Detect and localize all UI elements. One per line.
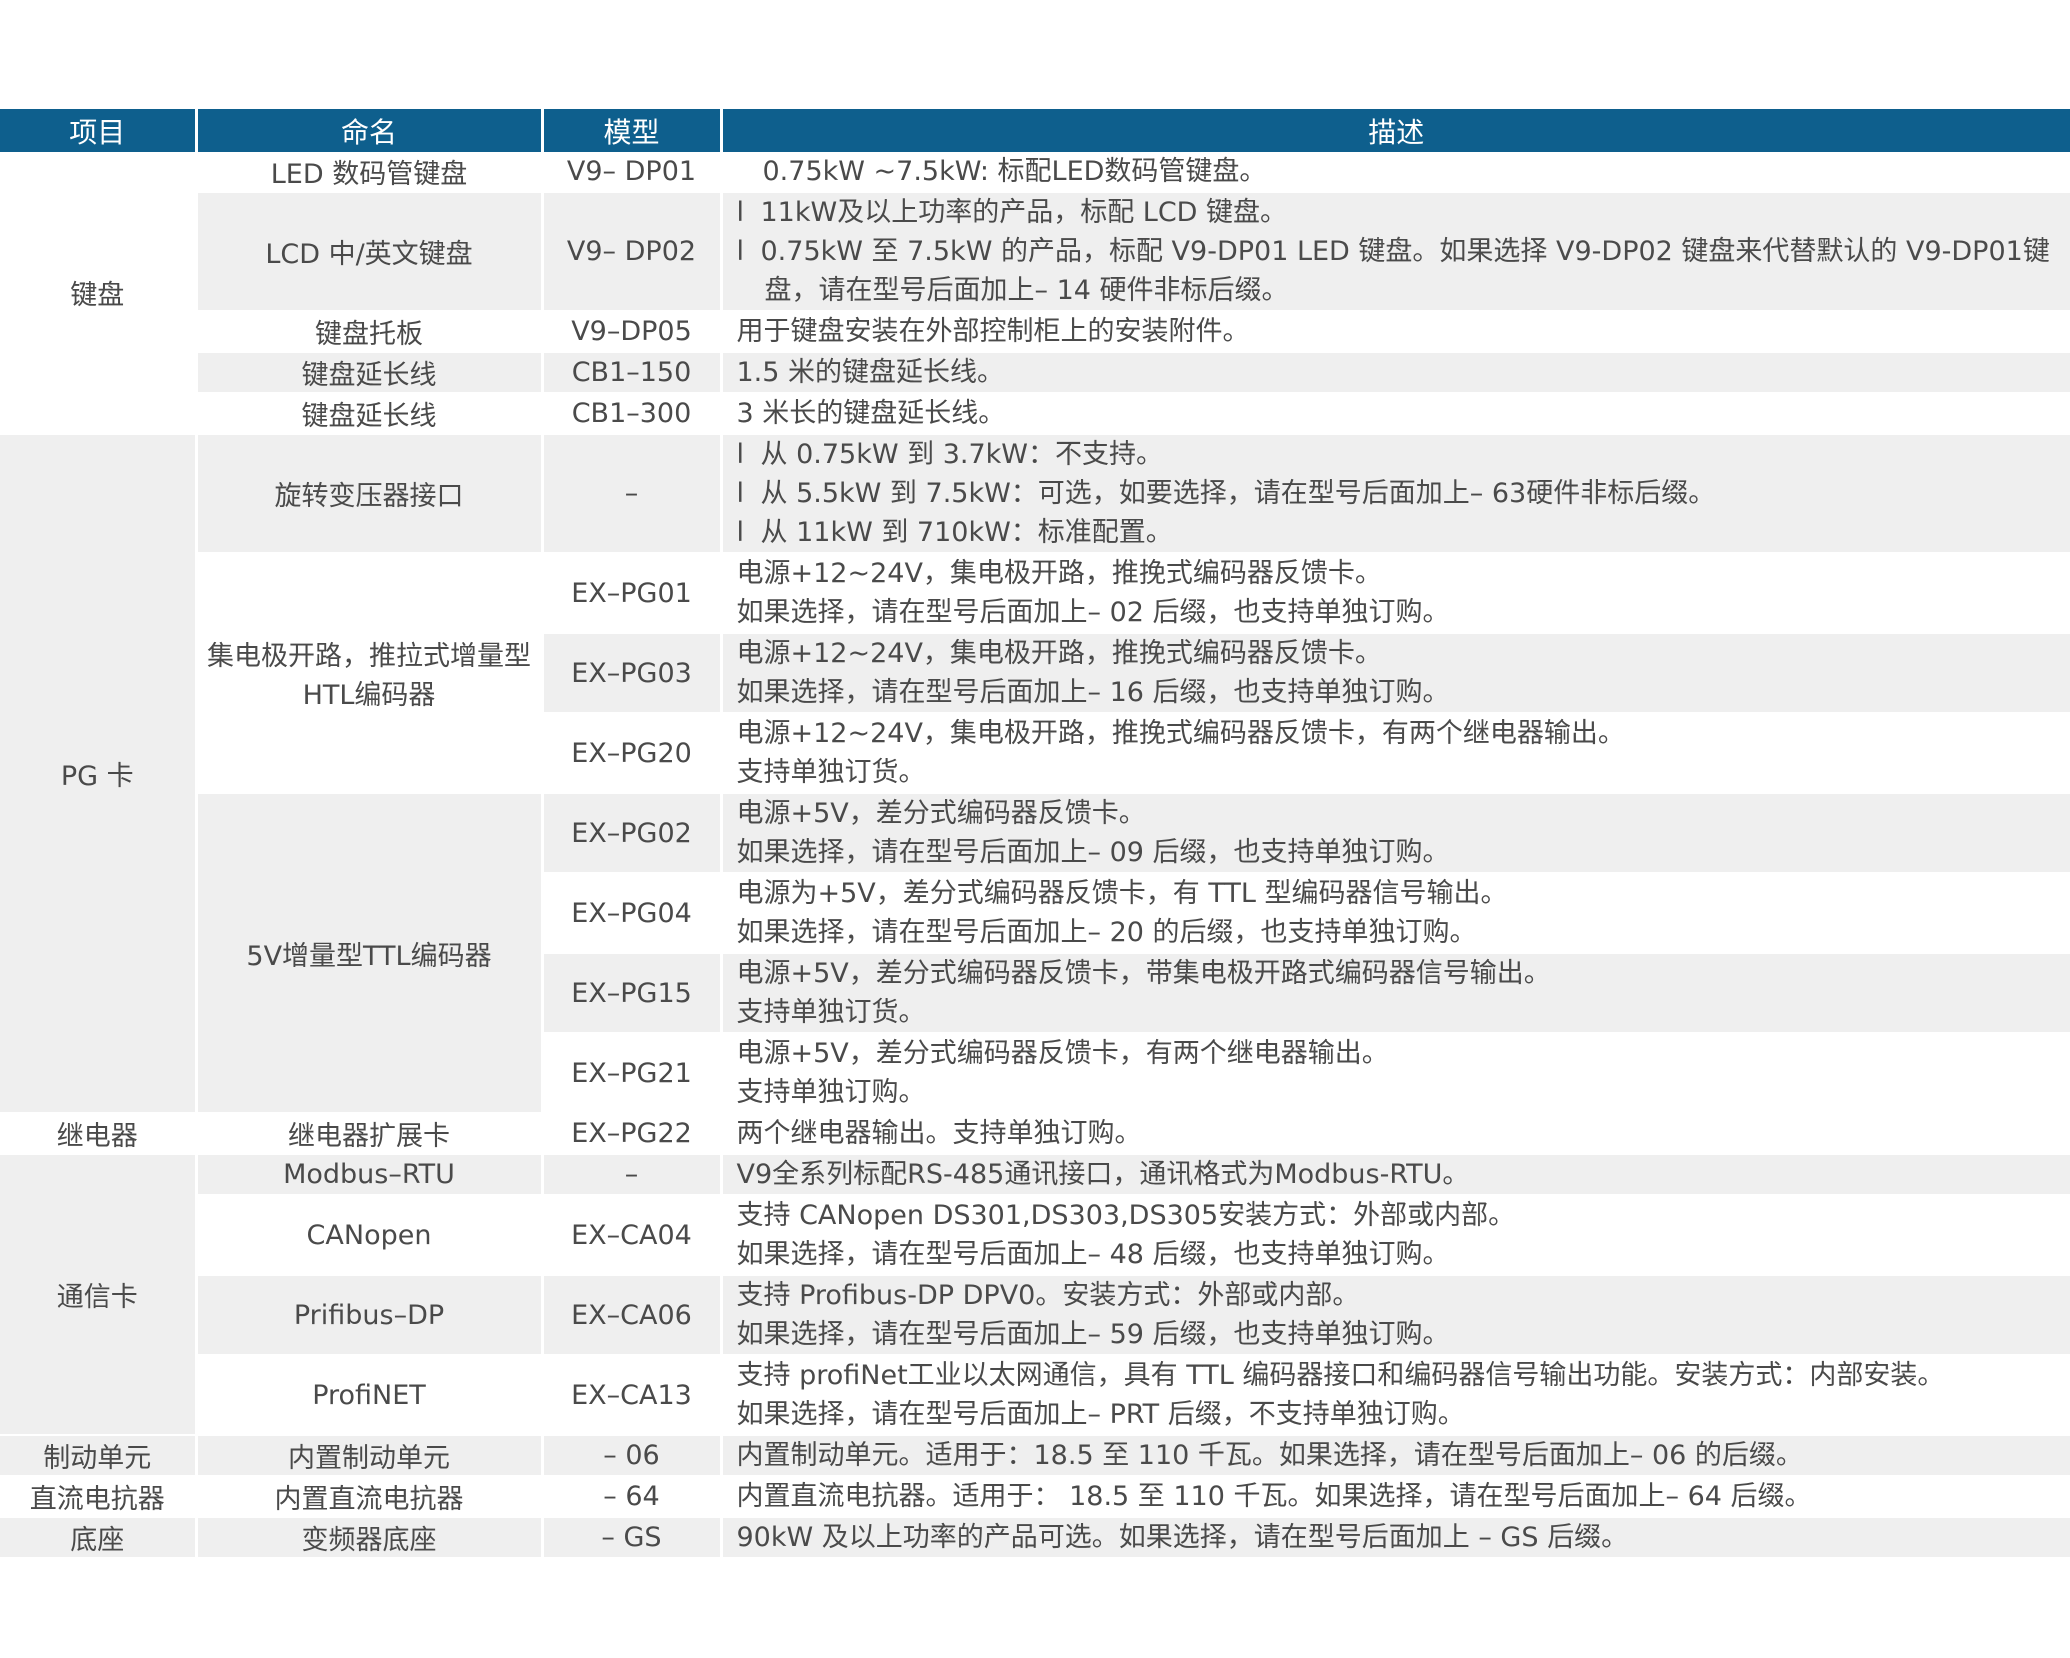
table-row: 键盘 LED 数码管键盘 V9– DP01 0.75kW ~7.5kW: 标配L…: [0, 152, 2070, 435]
row-desc: 两个继电器输出。支持单独订购。: [719, 1113, 2070, 1155]
bullet: l: [736, 236, 745, 267]
category-pg-card: PG 卡: [0, 434, 196, 1114]
header-model: 模型: [540, 109, 721, 152]
row-model: V9– DP02: [540, 192, 721, 312]
row-desc: l从 0.75kW 到 3.7kW：不支持。 l从 5.5kW 到 7.5kW：…: [719, 434, 2070, 554]
header-desc: 描述: [719, 109, 2070, 152]
row-desc: 电源+12~24V，集电极开路，推挽式编码器反馈卡，有两个继电器输出。 支持单独…: [719, 713, 2070, 794]
table-row: 键盘延长线 CB1–300 3 米长的键盘延长线。: [0, 393, 2070, 435]
row-name: 键盘托板: [194, 311, 542, 353]
row-model: EX–PG15: [540, 953, 721, 1034]
row-name: Modbus–RTU: [194, 1154, 542, 1196]
row-model: EX–CA13: [540, 1355, 721, 1436]
row-model: CB1–150: [540, 352, 721, 394]
table-row: 通信卡 Modbus–RTU – V9全系列标配RS-485通讯接口，通讯格式为…: [0, 1154, 2070, 1436]
row-desc: 电源+5V，差分式编码器反馈卡，有两个继电器输出。 支持单独订购。: [719, 1033, 2070, 1114]
category-base: 底座: [0, 1517, 196, 1559]
table-row: ProfiNET EX–CA13 支持 profiNet工业以太网通信，具有 T…: [0, 1355, 2070, 1436]
row-name-ttl: 5V增量型TTL编码器: [194, 793, 542, 1114]
row-desc: 电源+12~24V，集电极开路，推挽式编码器反馈卡。 如果选择，请在型号后面加上…: [719, 633, 2070, 714]
row-desc: 0.75kW ~7.5kW: 标配LED数码管键盘。: [719, 152, 2070, 193]
row-name: LED 数码管键盘: [194, 152, 542, 193]
category-dc-reactor: 直流电抗器: [0, 1476, 196, 1518]
row-name: 键盘延长线: [194, 352, 542, 394]
table-row: 继电器 继电器扩展卡 EX–PG22 两个继电器输出。支持单独订购。: [0, 1113, 2070, 1155]
row-desc: 电源+5V，差分式编码器反馈卡，带集电极开路式编码器信号输出。 支持单独订货。: [719, 953, 2070, 1034]
row-desc: 1.5 米的键盘延长线。: [719, 352, 2070, 394]
category-relay: 继电器: [0, 1113, 196, 1155]
row-model: V9– DP01: [540, 152, 721, 193]
category-keyboard: 键盘: [0, 152, 196, 435]
table-row: 键盘托板 V9–DP05 用于键盘安装在外部控制柜上的安装附件。: [0, 311, 2070, 353]
table-row: 集电极开路，推拉式增量型 HTL编码器 EX–PG01 电源+12~24V，集电…: [0, 553, 2070, 794]
row-name: LCD 中/英文键盘: [194, 192, 542, 312]
row-model: EX–PG03: [540, 633, 721, 714]
row-name: 变频器底座: [194, 1517, 542, 1559]
table-row: 底座 变频器底座 – GS 90kW 及以上功率的产品可选。如果选择，请在型号后…: [0, 1517, 2070, 1559]
row-model: – 64: [540, 1476, 721, 1518]
row-desc: 电源为+5V，差分式编码器反馈卡，有 TTL 型编码器信号输出。 如果选择，请在…: [719, 873, 2070, 954]
row-desc: V9全系列标配RS-485通讯接口，通讯格式为Modbus-RTU。: [719, 1154, 2070, 1196]
row-name: 继电器扩展卡: [194, 1113, 542, 1155]
category-brake: 制动单元: [0, 1435, 196, 1477]
table-header-row: 项目 命名 模型 描述: [0, 109, 2070, 152]
row-desc: 支持 profiNet工业以太网通信，具有 TTL 编码器接口和编码器信号输出功…: [719, 1355, 2070, 1436]
row-desc: l 11kW及以上功率的产品，标配 LCD 键盘。 l 0.75kW 至 7.5kW…: [719, 192, 2070, 312]
bullet: l: [736, 478, 745, 509]
row-desc: 支持 CANopen DS301,DS303,DS305安装方式：外部或内部。 …: [719, 1195, 2070, 1276]
row-desc: 3 米长的键盘延长线。: [719, 393, 2070, 435]
row-model: EX–PG04: [540, 873, 721, 954]
row-desc: 电源+5V，差分式编码器反馈卡。 如果选择，请在型号后面加上– 09 后缀，也支…: [719, 793, 2070, 874]
row-name: 键盘延长线: [194, 393, 542, 435]
row-desc: 支持 Profibus-DP DPV0。安装方式：外部或内部。 如果选择，请在型…: [719, 1275, 2070, 1356]
row-name: 旋转变压器接口: [194, 434, 542, 554]
table-row: 直流电抗器 内置直流电抗器 – 64 内置直流电抗器。适用于： 18.5 至 1…: [0, 1476, 2070, 1518]
table-row: PG 卡 旋转变压器接口 – l从 0.75kW 到 3.7kW：不支持。 l从…: [0, 434, 2070, 1114]
table-row: Prifibus–DP EX–CA06 支持 Profibus-DP DPV0。…: [0, 1275, 2070, 1356]
row-model: EX–PG21: [540, 1033, 721, 1114]
row-desc: 内置直流电抗器。适用于： 18.5 至 110 千瓦。如果选择，请在型号后面加上…: [719, 1476, 2070, 1518]
row-model: EX–PG02: [540, 793, 721, 874]
table-row: 制动单元 内置制动单元 – 06 内置制动单元。适用于：18.5 至 110 千…: [0, 1435, 2070, 1477]
row-name: 内置制动单元: [194, 1435, 542, 1477]
row-desc: 内置制动单元。适用于：18.5 至 110 千瓦。如果选择，请在型号后面加上– …: [719, 1435, 2070, 1477]
row-name: 内置直流电抗器: [194, 1476, 542, 1518]
table-row: 5V增量型TTL编码器 EX–PG02 电源+5V，差分式编码器反馈卡。 如果选…: [0, 793, 2070, 1114]
row-name: ProfiNET: [194, 1355, 542, 1436]
row-name-htl: 集电极开路，推拉式增量型 HTL编码器: [194, 553, 542, 794]
row-model: EX–PG01: [540, 553, 721, 634]
table-row: 键盘延长线 CB1–150 1.5 米的键盘延长线。: [0, 352, 2070, 394]
row-model: EX–PG20: [540, 713, 721, 794]
bullet: l: [736, 197, 745, 228]
row-desc: 用于键盘安装在外部控制柜上的安装附件。: [719, 311, 2070, 353]
table-row: LCD 中/英文键盘 V9– DP02 l 11kW及以上功率的产品，标配 LCD…: [0, 192, 2070, 312]
row-desc: 90kW 及以上功率的产品可选。如果选择，请在型号后面加上 – GS 后缀。: [719, 1517, 2070, 1559]
row-model: EX–PG22: [540, 1113, 721, 1155]
table-row: CANopen EX–CA04 支持 CANopen DS301,DS303,D…: [0, 1195, 2070, 1276]
row-model: EX–CA06: [540, 1275, 721, 1356]
row-model: – 06: [540, 1435, 721, 1477]
row-model: EX–CA04: [540, 1195, 721, 1276]
bullet: l: [736, 439, 745, 470]
row-name: Prifibus–DP: [194, 1275, 542, 1356]
row-model: –: [540, 1154, 721, 1196]
header-item: 项目: [0, 109, 196, 152]
accessory-spec-table: 项目 命名 模型 描述 键盘 LED 数码管键盘 V9– DP01 0.75kW…: [0, 109, 2070, 1559]
row-model: CB1–300: [540, 393, 721, 435]
row-model: –: [540, 434, 721, 554]
row-model: V9–DP05: [540, 311, 721, 353]
row-name: CANopen: [194, 1195, 542, 1276]
category-comm-card: 通信卡: [0, 1154, 196, 1436]
header-name: 命名: [194, 109, 542, 152]
row-model: – GS: [540, 1517, 721, 1559]
bullet: l: [736, 517, 745, 548]
row-desc: 电源+12~24V，集电极开路，推挽式编码器反馈卡。 如果选择，请在型号后面加上…: [719, 553, 2070, 634]
